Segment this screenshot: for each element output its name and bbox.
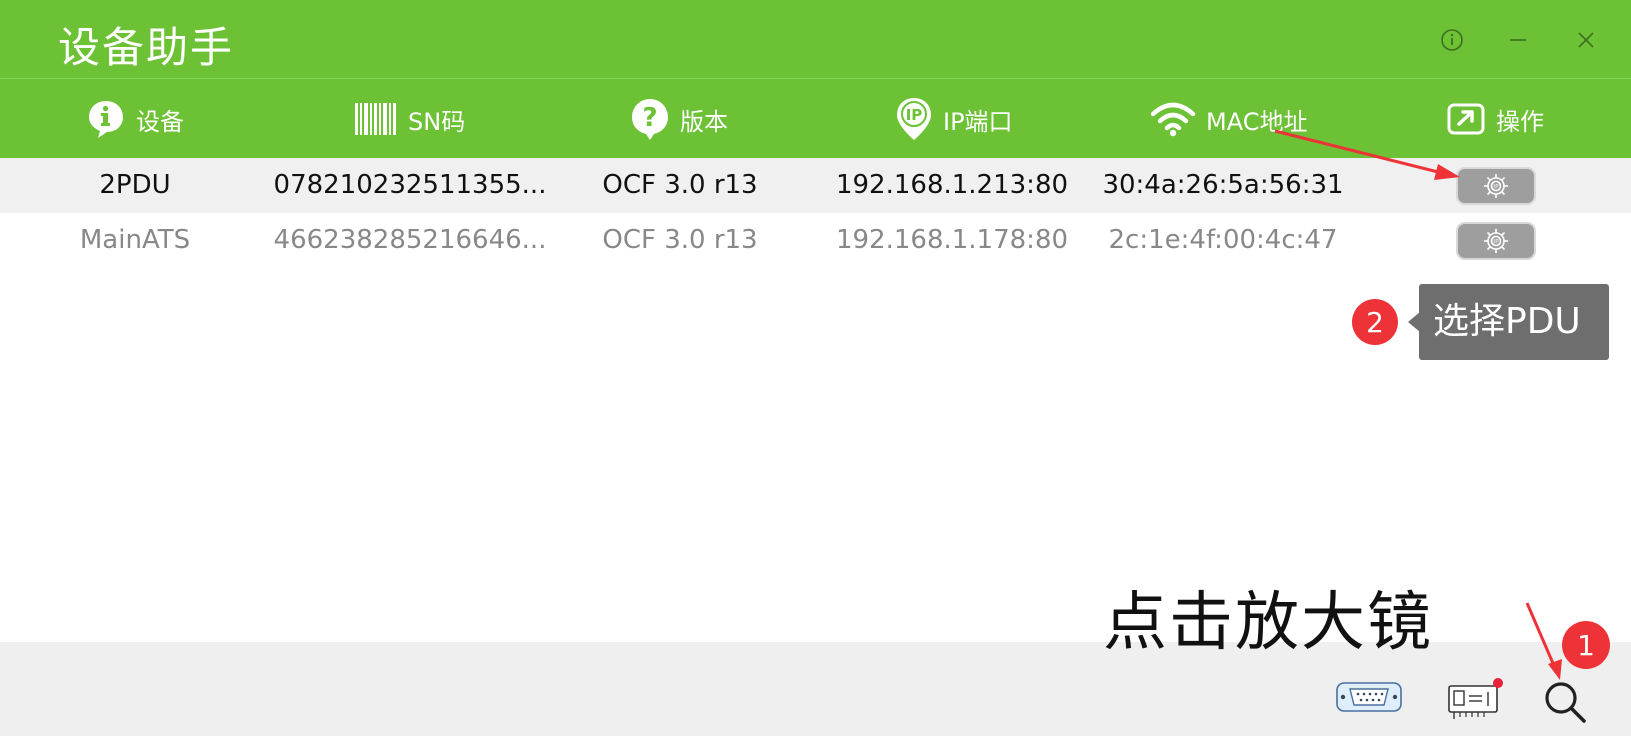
device-name-cell: MainATS — [79, 225, 191, 255]
network-card-icon — [1448, 685, 1498, 719]
step-2-tooltip: 选择PDU — [1419, 284, 1609, 360]
sn-cell: 466238285216646... — [273, 225, 547, 255]
minimize-icon — [1510, 39, 1526, 41]
operate-button[interactable]: IP — [1456, 222, 1536, 260]
serial-port-button[interactable] — [1336, 680, 1402, 714]
ip-gear-icon: IP — [1484, 174, 1508, 198]
column-label: SN码 — [408, 107, 466, 136]
serial-port-icon — [1336, 682, 1402, 712]
svg-text:IP: IP — [1493, 239, 1499, 246]
device-name-cell: 2PDU — [99, 170, 171, 200]
svg-text:IP: IP — [1493, 184, 1499, 191]
sn-cell: 078210232511355... — [273, 170, 547, 200]
external-link-icon — [1446, 102, 1486, 136]
title-bar: 设备助手 — [0, 0, 1631, 78]
ip-gear-icon: IP — [1484, 229, 1508, 253]
column-header-sn[interactable]: SN码 — [354, 79, 465, 159]
barcode-icon — [354, 101, 398, 137]
column-label: IP端口 — [943, 107, 1013, 136]
column-label: MAC地址 — [1206, 107, 1308, 136]
column-label: 版本 — [680, 107, 728, 136]
step-1-badge: 1 — [1562, 621, 1610, 669]
step-1-hint: 点击放大镜 — [1103, 586, 1433, 660]
column-header-mac[interactable]: MAC地址 — [1150, 79, 1307, 159]
svg-text:IP: IP — [906, 106, 923, 124]
table-row[interactable]: 2PDU 078210232511355... OCF 3.0 r13 192.… — [0, 158, 1631, 213]
version-cell: OCF 3.0 r13 — [602, 225, 758, 255]
svg-text:?: ? — [642, 103, 657, 133]
minimize-button[interactable] — [1498, 22, 1538, 58]
operate-button[interactable]: IP — [1456, 167, 1536, 205]
column-header-device[interactable]: 设备 — [86, 79, 184, 159]
mac-cell: 2c:1e:4f:00:4c:47 — [1108, 225, 1338, 255]
version-cell: OCF 3.0 r13 — [602, 170, 758, 200]
device-info-bubble-icon — [86, 98, 126, 140]
search-button[interactable] — [1540, 677, 1590, 727]
network-card-button[interactable] — [1446, 682, 1500, 722]
column-header-ip[interactable]: IP IP端口 — [895, 79, 1013, 159]
close-icon — [1578, 32, 1594, 48]
close-button[interactable] — [1566, 22, 1606, 58]
column-header-version[interactable]: ? 版本 — [630, 79, 728, 159]
info-icon — [1441, 29, 1463, 51]
column-header-action[interactable]: 操作 — [1446, 79, 1544, 159]
mac-cell: 30:4a:26:5a:56:31 — [1102, 170, 1344, 200]
ip-port-cell: 192.168.1.213:80 — [835, 170, 1069, 200]
column-label: 设备 — [136, 107, 184, 136]
question-bubble-icon: ? — [630, 97, 670, 141]
ip-port-cell: 192.168.1.178:80 — [835, 225, 1069, 255]
search-icon — [1545, 682, 1586, 723]
column-label: 操作 — [1496, 107, 1544, 136]
ip-pin-icon: IP — [895, 96, 933, 142]
info-button[interactable] — [1432, 22, 1472, 58]
notification-dot — [1493, 678, 1503, 688]
table-row[interactable]: MainATS 466238285216646... OCF 3.0 r13 1… — [0, 213, 1631, 268]
table-header: 设备 SN码 ? 版本 IP IP端口 MAC地址 操作 — [0, 78, 1631, 158]
wifi-icon — [1150, 101, 1196, 137]
step-2-badge: 2 — [1352, 299, 1398, 345]
app-title: 设备助手 — [58, 23, 235, 72]
